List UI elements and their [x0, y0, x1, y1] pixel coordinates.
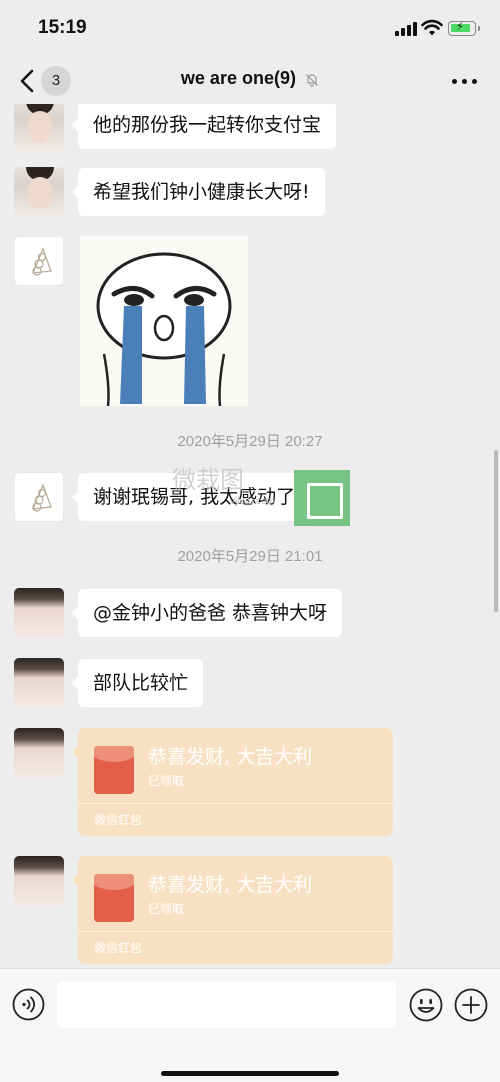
text-message[interactable]: @金钟小的爸爸 恭喜钟大呀	[71, 589, 343, 637]
red-packet-label: 微信红包	[94, 941, 143, 955]
divider	[78, 803, 393, 804]
status-time: 15:19	[38, 17, 87, 38]
text-message[interactable]: 希望我们钟小健康长大呀!	[72, 168, 325, 216]
input-bar	[0, 968, 500, 1082]
battery-icon: ⚡	[448, 20, 480, 36]
timestamp: 2020年5月29日 20:27	[177, 433, 323, 450]
red-packet-status: 已领取	[148, 774, 185, 788]
bell-slash-icon	[306, 73, 318, 87]
plus-circle-icon[interactable]	[454, 988, 488, 1022]
wifi-icon	[421, 19, 443, 36]
scrollbar[interactable]	[494, 450, 498, 612]
red-packet-status: 已领取	[148, 902, 185, 916]
sender-avatar[interactable]	[14, 236, 64, 286]
divider	[78, 931, 393, 932]
message-list[interactable]: 他的那份我一起转你支付宝 希望我们钟小健康长大呀! 2020年5月29日 20:…	[0, 104, 500, 968]
red-envelope-icon	[94, 746, 134, 794]
timestamp: 2020年5月29日 21:01	[177, 548, 323, 565]
voice-icon[interactable]	[12, 988, 45, 1021]
watermark-logo-icon	[294, 470, 350, 526]
sender-avatar[interactable]	[14, 104, 64, 151]
sender-avatar[interactable]	[14, 472, 64, 522]
red-packet-message[interactable]: 恭喜发财, 大吉大利 已领取 微信红包	[72, 728, 393, 836]
sender-avatar[interactable]	[14, 856, 64, 906]
watermark: 微栽图 vjietu.com	[172, 460, 352, 526]
chat-title-group: we are one(9)	[150, 68, 350, 89]
more-dots-icon[interactable]	[450, 70, 480, 90]
chat-header: 3 we are one(9)	[0, 58, 500, 104]
red-packet-title: 恭喜发财, 大吉大利	[148, 874, 313, 896]
sender-avatar[interactable]	[14, 728, 64, 778]
cellular-signal-icon	[395, 22, 417, 36]
sender-avatar[interactable]	[14, 167, 64, 217]
home-indicator	[161, 1071, 339, 1076]
sender-avatar[interactable]	[14, 588, 64, 638]
red-envelope-icon	[94, 874, 134, 922]
chevron-left-icon[interactable]	[18, 68, 36, 94]
red-packet-label: 微信红包	[94, 813, 143, 827]
unread-count-badge[interactable]: 3	[41, 66, 71, 96]
status-bar: 15:19 ⚡	[0, 0, 500, 58]
message-input[interactable]	[57, 981, 396, 1028]
emoji-icon[interactable]	[409, 988, 443, 1022]
text-message[interactable]: 他的那份我一起转你支付宝	[71, 104, 337, 149]
text-message[interactable]: 部队比较忙	[71, 659, 204, 707]
red-packet-title: 恭喜发财, 大吉大利	[148, 746, 313, 768]
chat-title: we are one(9)	[180, 68, 296, 88]
crying-face-sticker[interactable]	[80, 236, 248, 406]
red-packet-message[interactable]: 恭喜发财, 大吉大利 已领取 微信红包	[72, 856, 393, 964]
sender-avatar[interactable]	[14, 658, 64, 708]
